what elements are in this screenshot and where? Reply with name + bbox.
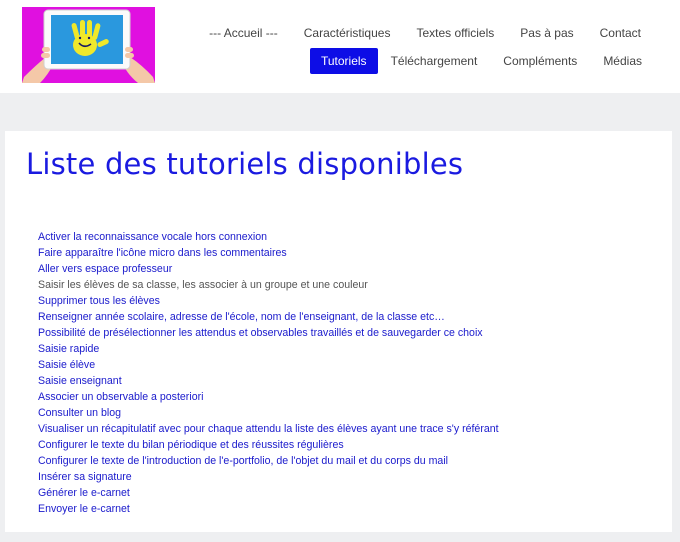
tutorial-link[interactable]: Saisie enseignant xyxy=(38,373,499,389)
tutorial-link[interactable]: Saisie élève xyxy=(38,357,499,373)
tutorial-link[interactable]: Possibilité de présélectionner les atten… xyxy=(38,325,499,341)
tablet-hand-icon xyxy=(22,7,155,83)
site-header: --- Accueil --- Caractéristiques Textes … xyxy=(0,0,680,93)
tutorial-link[interactable]: Supprimer tous les élèves xyxy=(38,293,499,309)
nav-pas-a-pas[interactable]: Pas à pas xyxy=(507,20,586,46)
nav-medias[interactable]: Médias xyxy=(590,48,655,74)
tutorial-link[interactable]: Consulter un blog xyxy=(38,405,499,421)
nav-telechargement[interactable]: Téléchargement xyxy=(378,48,491,74)
tutorial-link[interactable]: Insérer sa signature xyxy=(38,469,499,485)
tutorial-link[interactable]: Activer la reconnaissance vocale hors co… xyxy=(38,229,499,245)
tutorial-link[interactable]: Configurer le texte du bilan périodique … xyxy=(38,437,499,453)
tutorial-link[interactable]: Configurer le texte de l'introduction de… xyxy=(38,453,499,469)
nav-accueil[interactable]: --- Accueil --- xyxy=(196,20,291,46)
tutorial-item-text: Saisir les élèves de sa classe, les asso… xyxy=(38,279,368,291)
header-spacer xyxy=(0,93,680,131)
tutorial-link[interactable]: Saisie rapide xyxy=(38,341,499,357)
tutorial-link[interactable]: Faire apparaître l'icône micro dans les … xyxy=(38,245,499,261)
nav-contact[interactable]: Contact xyxy=(587,20,654,46)
tutorial-link[interactable]: Générer le e-carnet xyxy=(38,485,499,501)
main-nav-row-2: Tutoriels Téléchargement Compléments Méd… xyxy=(309,48,655,74)
tutorial-link[interactable]: Envoyer le e-carnet xyxy=(38,501,499,517)
site-logo[interactable] xyxy=(22,7,155,83)
tutorial-link[interactable]: Associer un observable a posteriori xyxy=(38,389,499,405)
nav-tutoriels[interactable]: Tutoriels xyxy=(309,48,378,74)
page-title: Liste des tutoriels disponibles xyxy=(26,147,464,181)
tutorial-list: Activer la reconnaissance vocale hors co… xyxy=(38,229,499,517)
nav-caracteristiques[interactable]: Caractéristiques xyxy=(291,20,404,46)
tutorial-link[interactable]: Renseigner année scolaire, adresse de l'… xyxy=(38,309,499,325)
tutorial-link[interactable]: Visualiser un récapitulatif avec pour ch… xyxy=(38,421,499,437)
nav-complements[interactable]: Compléments xyxy=(490,48,590,74)
main-nav-row-1: --- Accueil --- Caractéristiques Textes … xyxy=(196,20,654,46)
nav-textes-officiels[interactable]: Textes officiels xyxy=(403,20,507,46)
content-card: Liste des tutoriels disponibles Activer … xyxy=(5,131,672,532)
tutorial-link[interactable]: Aller vers espace professeur xyxy=(38,261,499,277)
